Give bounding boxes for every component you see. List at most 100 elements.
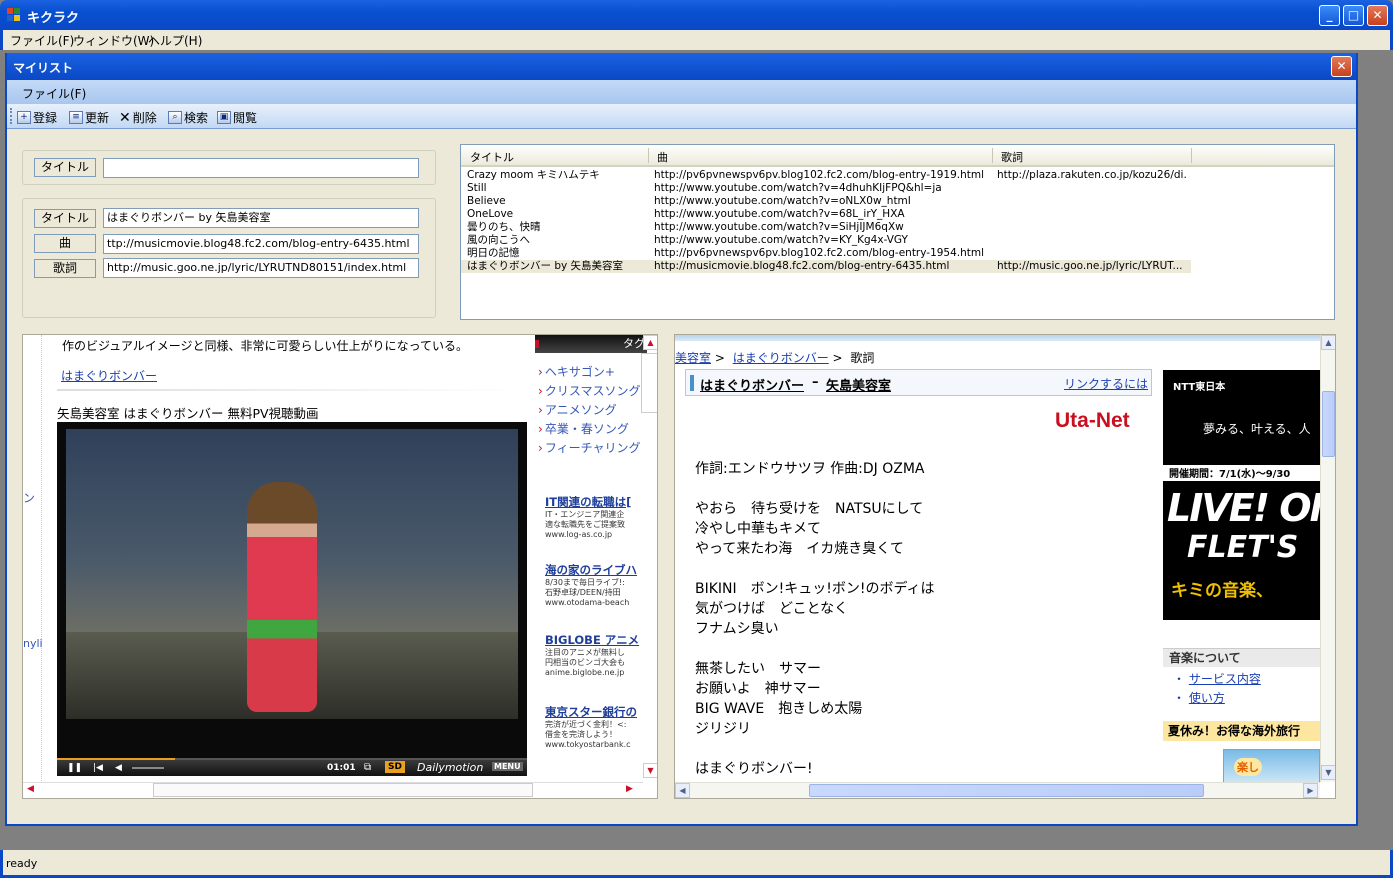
right-scroll-right-arrow[interactable]: ▶ (1303, 783, 1318, 798)
left-hscrollbar[interactable]: ◀ ▶ (23, 782, 643, 798)
howto-link[interactable]: ・ 使い方 (1173, 689, 1225, 706)
artist-link[interactable]: 矢島美容室 (826, 375, 891, 394)
browse-icon: ▣ (217, 111, 231, 124)
ad-title[interactable]: BIGLOBE アニメ (545, 633, 647, 648)
link-info-link[interactable]: リンクするには (1064, 375, 1148, 392)
browse-button[interactable]: ▣ 閲覧 (217, 109, 257, 126)
list-row[interactable]: Crazy moom キミハムテキ http://pv6pvnewspv6pv.b… (461, 169, 1334, 182)
app-icon (7, 8, 20, 21)
sponsored-ad[interactable]: IT関連の転職は[IT・エンジニア関連企 適な転職先をご提案致 www.log-as… (545, 495, 647, 540)
left-hscroll-thumb[interactable] (153, 783, 533, 797)
right-hscrollbar[interactable]: ◀ ▶ (675, 782, 1320, 798)
refresh-icon: ≡ (69, 111, 83, 124)
tag-hexagon[interactable]: ヘキサゴン+ (538, 363, 615, 380)
minimize-button[interactable]: _ (1319, 5, 1340, 26)
tag-anime[interactable]: アニメソング (538, 401, 617, 418)
mylist-listview[interactable]: タイトル 曲 歌詞 Crazy moom キミハムテキ http://pv6pvn… (460, 144, 1335, 320)
tag-featuring[interactable]: フィーチャリング (538, 439, 641, 456)
list-cell-title: OneLove (467, 208, 514, 220)
right-browser[interactable]: 美容室 > はまぐりボンバー > 歌詞 はまぐりボンバー – 矢島美容室 リンク… (674, 334, 1336, 799)
list-row[interactable]: 風の向こうへ http://www.youtube.com/watch?v=KY_… (461, 234, 1334, 247)
list-row[interactable]: はまぐりボンバー by 矢島美容室 http://musicmovie.blog4… (461, 260, 1191, 273)
right-scroll-left-arrow[interactable]: ◀ (675, 783, 690, 798)
player-menu-button[interactable]: MENU (492, 762, 523, 771)
list-cell-lyrics: http://music.goo.ne.jp/lyric/LYRUT... (997, 260, 1183, 272)
lyric-line: はまぐりボンバー! (695, 761, 813, 777)
scroll-down-arrow[interactable]: ▼ (643, 763, 657, 778)
sponsored-ad[interactable]: 海の家のライブハ 8/30まで毎日ライブ!: 石野卓球/DEEN/持田 www.oto… (545, 563, 647, 608)
ad-title[interactable]: 海の家のライブハ (545, 563, 647, 578)
lyrics-url-input[interactable]: http://music.goo.ne.jp/lyric/LYRUTND8015… (103, 258, 419, 278)
register-button[interactable]: + 登録 (17, 109, 57, 126)
tag-christmas[interactable]: クリスマスソング (538, 382, 641, 399)
toolbar-grip[interactable] (10, 108, 13, 124)
list-cell-song: http://pv6pvnewspv6pv.blog102.fc2.com/bl… (654, 247, 985, 259)
ad-title[interactable]: 東京スター銀行の (545, 705, 647, 720)
search-title-input[interactable] (103, 158, 419, 178)
ad-text: 適な転職先をご提案致 (545, 520, 625, 529)
music-about-box: 音楽について ・ サービス内容 ・ 使い方 (1163, 648, 1321, 710)
popout-icon[interactable]: ⧉ (364, 762, 371, 773)
maximize-button[interactable]: □ (1343, 5, 1364, 26)
refresh-button[interactable]: ≡ 更新 (69, 109, 109, 126)
list-row[interactable]: Believe http://www.youtube.com/watch?v=oN… (461, 195, 1334, 208)
mylist-title: マイリスト (13, 61, 74, 75)
lyric-line: 気がつけば どことなく (695, 601, 849, 617)
pause-icon[interactable]: ❚❚ (67, 763, 82, 773)
column-lyrics[interactable]: 歌詞 (1001, 149, 1023, 165)
sponsored-ad[interactable]: 東京スター銀行の 完済が近づく金利！<: 借金を完済しよう！ www.tokyosta… (545, 705, 647, 750)
song-title-link[interactable]: はまぐりボンバー (700, 375, 804, 394)
rewind-icon[interactable]: |◀ (93, 763, 103, 773)
right-vscroll-thumb[interactable] (1322, 391, 1335, 457)
list-cell-lyrics: http://plaza.rakuten.co.jp/kozu26/di... (997, 169, 1187, 181)
right-scroll-down-arrow[interactable]: ▼ (1321, 765, 1335, 780)
list-row[interactable]: Still http://www.youtube.com/watch?v=4dhu… (461, 182, 1334, 195)
scroll-up-arrow[interactable]: ▲ (643, 335, 657, 350)
menu-window[interactable]: ウィンドウ(W) (73, 32, 154, 49)
volume-icon[interactable]: ◀ (115, 763, 122, 773)
left-browser[interactable]: 作のビジュアルイメージと同様、非常に可愛らしい仕上がりになっている。 はまぐりボ… (22, 334, 658, 799)
list-row[interactable]: 曇りのち、快晴 http://www.youtube.com/watch?v=Si… (461, 221, 1334, 234)
mylist-window: マイリスト ✕ ファイル(F) + 登録 ≡ 更新 ✕ 削除 ⌕ 検索 ▣ 閲覧… (5, 53, 1358, 826)
list-row[interactable]: OneLove http://www.youtube.com/watch?v=68… (461, 208, 1334, 221)
title-input[interactable]: はまぐりボンバー by 矢島美容室 (103, 208, 419, 228)
lyrics-credits: 作詞:エンドウサツヲ 作曲:DJ OZMA (695, 461, 925, 477)
menu-file[interactable]: ファイル(F) (10, 32, 74, 49)
video-player[interactable]: ❚❚ |◀ ◀ 01:01 ⧉ SD Dailymotion MENU (57, 422, 527, 776)
service-link[interactable]: ・ サービス内容 (1173, 670, 1261, 687)
list-row[interactable]: 明日の記憶 http://pv6pvnewspv6pv.blog102.fc2.c… (461, 247, 1334, 260)
ad-text: 円相当のビンゴ大会も (545, 658, 625, 667)
search-icon: ⌕ (168, 111, 182, 124)
ad-text: 8/30まで毎日ライブ!: (545, 578, 625, 587)
mylist-close-button[interactable]: ✕ (1331, 56, 1352, 77)
right-scroll-up-arrow[interactable]: ▲ (1321, 335, 1335, 350)
list-cell-song: http://www.youtube.com/watch?v=68L_irY_H… (654, 208, 905, 220)
column-song[interactable]: 曲 (657, 149, 668, 165)
hamaguri-link[interactable]: はまぐりボンバー (61, 367, 157, 384)
menu-help[interactable]: ヘルプ(H) (148, 32, 202, 49)
list-cell-song: http://musicmovie.blog48.fc2.com/blog-en… (654, 260, 950, 272)
sponsored-ad[interactable]: BIGLOBE アニメ 注目のアニメが無料し 円相当のビンゴ大会も anime.big… (545, 633, 647, 678)
quality-badge[interactable]: SD (385, 761, 405, 773)
close-button[interactable]: ✕ (1367, 5, 1388, 26)
video-controls: ❚❚ |◀ ◀ 01:01 ⧉ SD Dailymotion MENU (57, 760, 527, 776)
breadcrumb-current: 歌詞 (850, 351, 875, 365)
ad-title[interactable]: IT関連の転職は[ (545, 495, 647, 510)
search-button[interactable]: ⌕ 検索 (168, 109, 208, 126)
status-bar: ready (0, 850, 1393, 878)
ntt-banner-ad[interactable]: NTT東日本 夢みる、叶える、人 開催期間：7/1(水)～9/30 LIVE! … (1163, 370, 1321, 620)
delete-icon: ✕ (119, 109, 131, 126)
travel-ad-image[interactable]: 楽し (1223, 749, 1320, 783)
scroll-left-arrow[interactable]: ◀ (27, 784, 34, 794)
tag-graduation[interactable]: 卒業・春ソング (538, 420, 629, 437)
list-cell-song: http://pv6pvnewspv6pv.blog102.fc2.com/bl… (654, 169, 985, 181)
right-hscroll-thumb[interactable] (809, 784, 1204, 797)
breadcrumb-link-2[interactable]: はまぐりボンバー (733, 351, 829, 365)
mylist-menu-file[interactable]: ファイル(F) (22, 85, 86, 102)
scroll-right-arrow[interactable]: ▶ (626, 784, 633, 794)
column-title[interactable]: タイトル (470, 149, 514, 165)
delete-button[interactable]: ✕ 削除 (119, 109, 157, 126)
song-url-input[interactable]: ttp://musicmovie.blog48.fc2.com/blog-ent… (103, 234, 419, 254)
breadcrumb-link-1[interactable]: 美容室 (675, 351, 711, 365)
travel-ad[interactable]: 夏休み！お得な海外旅行 (1163, 721, 1321, 741)
